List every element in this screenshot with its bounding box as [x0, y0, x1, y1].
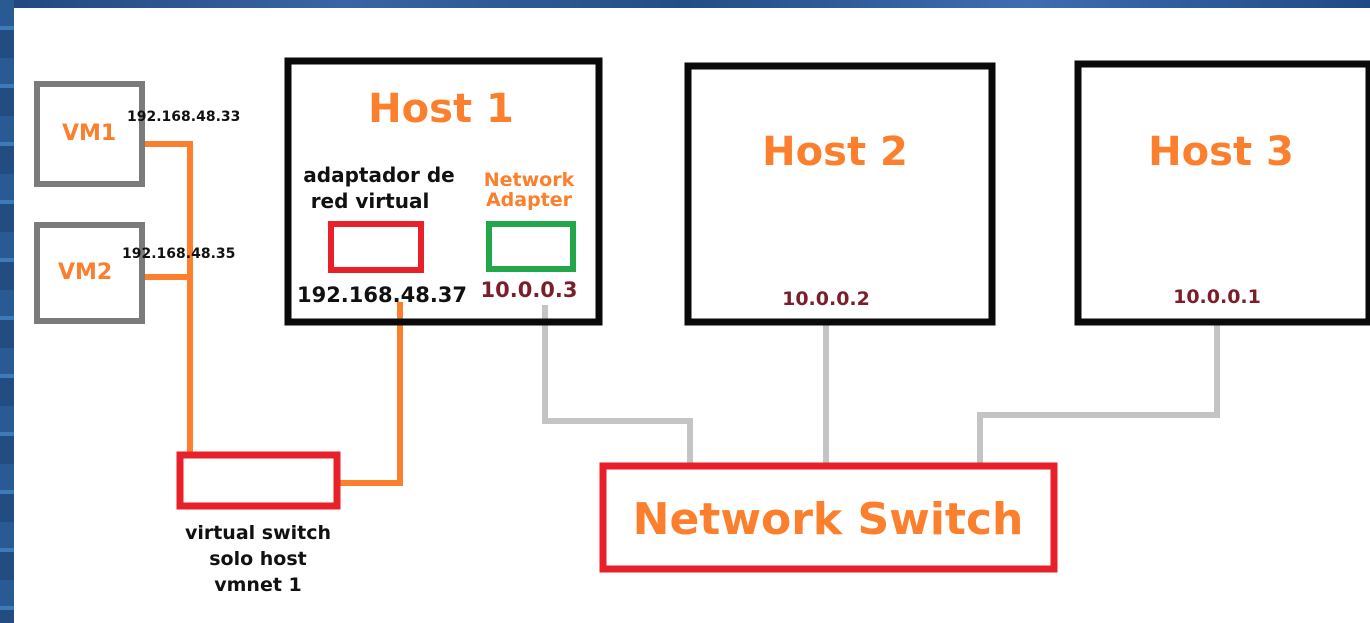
virtual-adapter-label-line2: red virtual — [311, 189, 430, 213]
host1-title: Host 1 — [368, 86, 514, 132]
host3-title: Host 3 — [1148, 129, 1294, 175]
host2-ip: 10.0.0.2 — [782, 288, 870, 310]
host2-box — [684, 62, 996, 326]
network-diagram: VM1 VM2 192.168.48.33 192.168.48.35 Host… — [34, 57, 1370, 596]
network-adapter-ip: 10.0.0.3 — [481, 278, 578, 302]
virtual-adapter-box — [328, 221, 424, 273]
virtual-adapter-ip: 192.168.48.37 — [297, 283, 467, 307]
vm2-ip: 192.168.48.35 — [122, 246, 235, 262]
host2-title: Host 2 — [762, 129, 908, 175]
vm1-label: VM1 — [62, 121, 116, 146]
host1-virtual-adapter-link — [337, 302, 403, 486]
physical-links — [542, 305, 1220, 464]
virtual-switch-label-line2: solo host — [209, 548, 307, 570]
network-adapter-label-line2: Adapter — [486, 189, 573, 211]
vm1-ip: 192.168.48.33 — [127, 109, 240, 125]
host3-ip: 10.0.0.1 — [1173, 286, 1261, 308]
virtual-switch-label-line1: virtual switch — [185, 522, 331, 544]
virtual-switch-box — [176, 451, 341, 510]
host3-box — [1074, 60, 1370, 326]
vm2-label: VM2 — [58, 260, 112, 285]
host3-switch-link — [977, 322, 1220, 464]
network-adapter-box — [486, 221, 576, 272]
network-adapter-label-line1: Network — [484, 169, 575, 191]
host1-switch-link — [542, 305, 693, 464]
virtual-adapter-label-line1: adaptador de — [303, 163, 454, 187]
network-switch-label: Network Switch — [633, 494, 1024, 545]
virtual-switch-label-line3: vmnet 1 — [214, 574, 302, 596]
vm1-link — [140, 141, 193, 455]
